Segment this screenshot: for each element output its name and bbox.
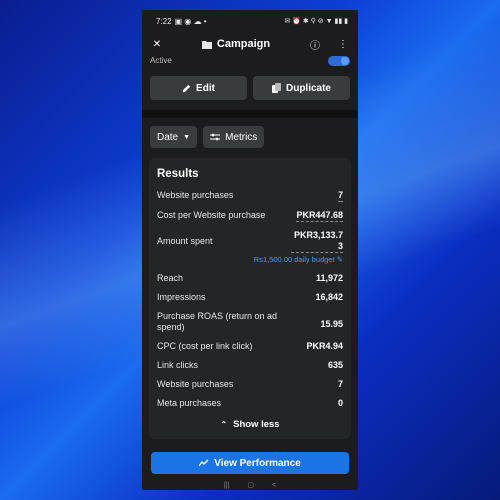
active-toggle[interactable]	[328, 56, 350, 66]
page-title: Campaign	[201, 38, 271, 50]
caret-down-icon: ▼	[183, 133, 191, 141]
metric-row: Meta purchases 0	[157, 398, 343, 409]
view-performance-label: View Performance	[214, 457, 301, 469]
section-divider	[142, 110, 358, 118]
status-left-icons: ▣ ◉ ☁ •	[174, 16, 207, 26]
metric-row: Cost per Website purchase PKR447.68	[157, 210, 343, 222]
status-bar: 7:22 ▣ ◉ ☁ • ✉ ⏰ ✱ ⚲ ⊘ ▼ ▮▮ ▮	[142, 10, 358, 32]
chevron-up-icon: ⌃	[220, 419, 228, 429]
trend-icon	[199, 459, 209, 467]
metric-label: Amount spent	[157, 236, 213, 246]
metric-value: 0	[337, 398, 343, 408]
daily-budget[interactable]: Rs1,500.00 daily budget ✎	[157, 255, 343, 264]
active-label: Active	[150, 56, 172, 65]
pencil-icon	[182, 84, 191, 92]
metrics-filter-label: Metrics	[225, 131, 258, 143]
phone-screen: 7:22 ▣ ◉ ☁ • ✉ ⏰ ✱ ⚲ ⊘ ▼ ▮▮ ▮ ✕ Campaign…	[142, 10, 358, 490]
show-less-label: Show less	[233, 418, 280, 430]
metric-row: Purchase ROAS (return on ad spend) 15.95	[157, 311, 343, 333]
duplicate-icon	[271, 83, 281, 93]
metric-label: CPC (cost per link click)	[157, 341, 253, 351]
metric-value: 635	[327, 360, 343, 370]
metric-value: 11,972	[315, 273, 343, 283]
action-buttons: Edit Duplicate	[142, 76, 358, 100]
edit-button[interactable]: Edit	[150, 76, 247, 100]
info-icon[interactable]: ⓘ	[308, 37, 322, 52]
metric-row: Reach 11,972	[157, 273, 343, 284]
recent-apps-icon[interactable]: |||	[224, 482, 229, 489]
status-right-icons: ✉ ⏰ ✱ ⚲ ⊘ ▼ ▮▮ ▮	[284, 18, 348, 25]
metric-value: 7	[337, 379, 343, 389]
metrics-filter[interactable]: Metrics	[203, 126, 265, 148]
daily-budget-text: Rs1,500.00 daily budget	[253, 255, 335, 264]
view-performance-button[interactable]: View Performance	[151, 452, 349, 474]
app-bar: ✕ Campaign ⓘ ⋮	[142, 32, 358, 56]
metric-label: Reach	[157, 273, 184, 283]
show-less-button[interactable]: ⌃ Show less	[157, 413, 343, 435]
metric-value[interactable]: PKR3,133.73	[291, 230, 343, 253]
duplicate-button[interactable]: Duplicate	[253, 76, 350, 100]
active-row: Active	[142, 56, 358, 74]
duplicate-button-label: Duplicate	[285, 82, 331, 94]
metric-label: Impressions	[157, 292, 206, 302]
metric-value[interactable]: PKR447.68	[296, 210, 343, 222]
metric-row: CPC (cost per link click) PKR4.94	[157, 341, 343, 352]
metric-label: Cost per Website purchase	[157, 210, 266, 220]
folder-icon	[201, 40, 212, 49]
date-filter[interactable]: Date ▼	[150, 126, 198, 148]
date-filter-label: Date	[157, 131, 179, 143]
status-time: 7:22	[156, 16, 172, 26]
results-card: Results Website purchases 7 Cost per Web…	[149, 158, 351, 439]
metric-label: Meta purchases	[157, 398, 222, 408]
results-title: Results	[157, 168, 199, 180]
metric-row: Website purchases 7	[157, 379, 343, 390]
filter-row: Date ▼ Metrics	[142, 118, 358, 148]
metric-row: Amount spent PKR3,133.73	[157, 230, 343, 253]
home-icon[interactable]: ▢	[247, 481, 254, 489]
metric-value[interactable]: 7	[337, 190, 343, 202]
metric-row: Website purchases 7	[157, 190, 343, 202]
more-options-icon[interactable]: ⋮	[336, 37, 350, 51]
metric-label: Website purchases	[157, 379, 234, 389]
system-nav-bar: ||| ▢ <	[142, 480, 358, 490]
edit-pencil-icon: ✎	[336, 255, 343, 264]
metric-label: Link clicks	[157, 360, 199, 370]
edit-button-label: Edit	[196, 82, 215, 94]
close-icon[interactable]: ✕	[150, 37, 164, 51]
metric-value: 15.95	[320, 319, 343, 329]
page-title-text: Campaign	[216, 38, 271, 50]
metric-row: Impressions 16,842	[157, 292, 343, 303]
sliders-icon	[210, 133, 221, 141]
metric-value: PKR4.94	[306, 341, 343, 351]
back-icon[interactable]: <	[272, 482, 276, 489]
metric-row: Link clicks 635	[157, 360, 343, 371]
metric-label: Website purchases	[157, 190, 234, 200]
metric-label: Purchase ROAS (return on ad spend)	[157, 311, 278, 332]
metric-value: 16,842	[315, 292, 343, 302]
